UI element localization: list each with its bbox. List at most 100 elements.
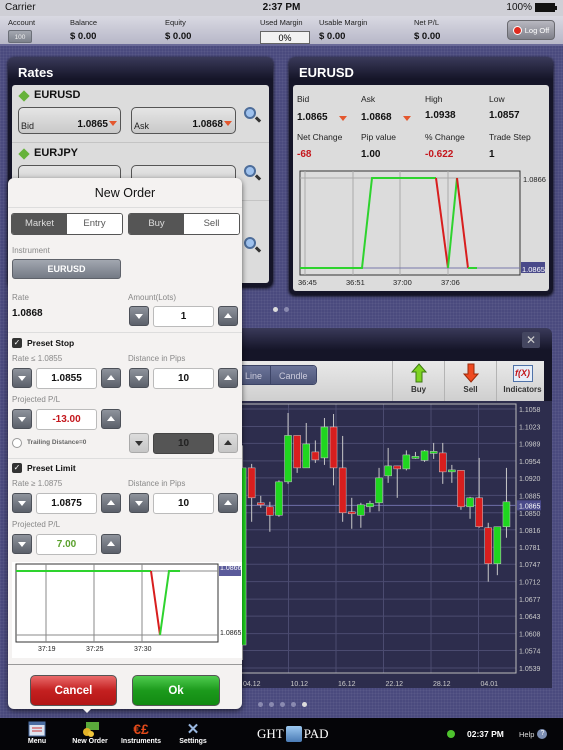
candle-chart-panel: ✕ Line Candle Buy Sell f(X) Indicators 1… <box>230 328 552 688</box>
candle-up <box>411 456 420 459</box>
rate-row-eurusd[interactable]: EURUSD Bid 1.0865 Ask 1.0868 <box>12 85 269 143</box>
stop-pl-field[interactable]: -13.00 <box>36 409 97 430</box>
candle-down <box>257 502 265 506</box>
page-dot[interactable] <box>291 702 296 707</box>
ok-button[interactable]: Ok <box>132 675 220 706</box>
used-margin-value: 0% <box>260 31 310 44</box>
candle-up <box>429 451 438 454</box>
x-tick-label: 10.12 <box>291 681 309 688</box>
ask-button[interactable]: Ask 1.0868 <box>131 107 236 134</box>
order-mini-chart <box>12 562 242 658</box>
candle-down <box>475 497 483 528</box>
order-type-entry[interactable]: Entry <box>67 214 122 234</box>
page-dot[interactable] <box>269 702 274 707</box>
detail-label: Net Change <box>297 132 343 142</box>
bid-button[interactable]: Bid 1.0865 <box>18 107 121 134</box>
amount-field[interactable]: 1 <box>153 306 214 327</box>
new-order-popover: New Order Market Entry Buy Sell Instrume… <box>8 178 242 709</box>
y-tick-label: 1.0816 <box>519 528 541 535</box>
stop-rate-increment[interactable] <box>101 368 121 388</box>
mini-y-low: 1.0865 <box>220 630 242 637</box>
candle-down <box>338 467 347 514</box>
equity-value: $ 0.00 <box>165 31 192 42</box>
page-dot[interactable] <box>273 307 278 312</box>
trailing-checkbox[interactable] <box>12 438 22 448</box>
amount-increment[interactable] <box>218 306 238 326</box>
magnifier-icon[interactable] <box>244 237 256 249</box>
stop-pips-decrement[interactable] <box>129 368 149 388</box>
side-buy[interactable]: Buy <box>129 214 184 234</box>
usable-margin-value: $ 0.00 <box>319 31 346 42</box>
candle-down <box>393 465 401 470</box>
limit-pl-field[interactable]: 7.00 <box>36 534 97 555</box>
candlestick-chart[interactable]: 1.1058 1.1023 1.0989 1.0954 1.0920 1.0885 1.08… <box>230 401 552 688</box>
trailing-decrement[interactable] <box>129 433 149 453</box>
y-tick-label: 1.0677 <box>519 597 541 604</box>
trailing-increment[interactable] <box>218 433 238 453</box>
x-tick-label: 28.12 <box>433 681 451 688</box>
stop-pips-increment[interactable] <box>218 368 238 388</box>
limit-rate-field[interactable]: 1.0875 <box>36 493 97 514</box>
y-tick-label: 1.1058 <box>519 407 541 414</box>
function-icon: f(X) <box>512 364 533 382</box>
instrument-selector[interactable]: EURUSD <box>12 259 121 279</box>
magnifier-icon[interactable] <box>244 107 256 119</box>
detail-high: 1.0938 <box>425 110 456 121</box>
stop-rate-decrement[interactable] <box>12 368 32 388</box>
limit-pips-decrement[interactable] <box>129 493 149 513</box>
nav-instruments[interactable]: €£ Instruments <box>118 720 164 745</box>
detail-label: High <box>425 94 443 104</box>
limit-rate-decrement[interactable] <box>12 493 32 513</box>
candle-down <box>439 452 447 473</box>
detail-net-change: -68 <box>297 149 312 160</box>
side-sell[interactable]: Sell <box>184 214 239 234</box>
account-label: Account <box>8 18 36 27</box>
indicators-button[interactable]: f(X) Indicators <box>496 361 548 401</box>
nav-settings[interactable]: ✕ Settings <box>175 720 211 745</box>
stop-rate-field[interactable]: 1.0855 <box>36 368 97 389</box>
stop-pl-increment[interactable] <box>101 409 121 429</box>
nav-menu[interactable]: Menu <box>22 720 52 745</box>
y-tick-label: 1.0747 <box>519 562 541 569</box>
mini-x-label: 37:25 <box>86 646 104 653</box>
order-type-market[interactable]: Market <box>12 214 67 234</box>
instruments-icon: €£ <box>133 721 149 737</box>
page-dot[interactable] <box>302 702 307 707</box>
candle-up <box>375 477 383 504</box>
tick-x-label: 36:51 <box>346 278 365 287</box>
limit-pips-field[interactable]: 10 <box>153 493 214 514</box>
up-arrow-icon <box>410 363 427 383</box>
cancel-button[interactable]: Cancel <box>30 675 117 706</box>
limit-pl-decrement[interactable] <box>12 534 32 554</box>
logoff-button[interactable]: Log Off <box>507 20 555 40</box>
page-dot[interactable] <box>280 702 285 707</box>
stop-pl-label: Projected P/L <box>12 395 61 404</box>
limit-rate-increment[interactable] <box>101 493 121 513</box>
trailing-label: Trailing Distance=0 <box>27 439 87 446</box>
candle-up <box>384 465 392 477</box>
limit-pl-increment[interactable] <box>101 534 121 554</box>
chart-buy-button[interactable]: Buy <box>392 361 444 401</box>
account-button[interactable]: 100 <box>8 30 32 43</box>
limit-pips-increment[interactable] <box>218 493 238 513</box>
magnifier-icon[interactable] <box>244 165 256 177</box>
order-title: New Order <box>94 186 156 200</box>
close-button[interactable]: ✕ <box>522 332 540 348</box>
stop-pips-field[interactable]: 10 <box>153 368 214 389</box>
preset-limit-checkbox[interactable]: ✓ <box>12 463 22 473</box>
amount-decrement[interactable] <box>129 306 149 326</box>
stop-pl-decrement[interactable] <box>12 409 32 429</box>
chart-type-candle[interactable]: Candle <box>270 366 316 384</box>
candle-up <box>284 435 292 483</box>
chart-sell-button[interactable]: Sell <box>444 361 496 401</box>
candle-up <box>275 481 283 516</box>
nav-new-order[interactable]: New Order <box>68 720 112 745</box>
page-dot[interactable] <box>258 702 263 707</box>
candle-down <box>247 467 256 499</box>
detail-label: Low <box>489 94 505 104</box>
page-dot[interactable] <box>284 307 289 312</box>
trailing-field[interactable]: 10 <box>153 433 214 454</box>
candle-up <box>420 450 429 461</box>
help-button[interactable]: Help? <box>519 729 548 739</box>
preset-stop-checkbox[interactable]: ✓ <box>12 338 22 348</box>
